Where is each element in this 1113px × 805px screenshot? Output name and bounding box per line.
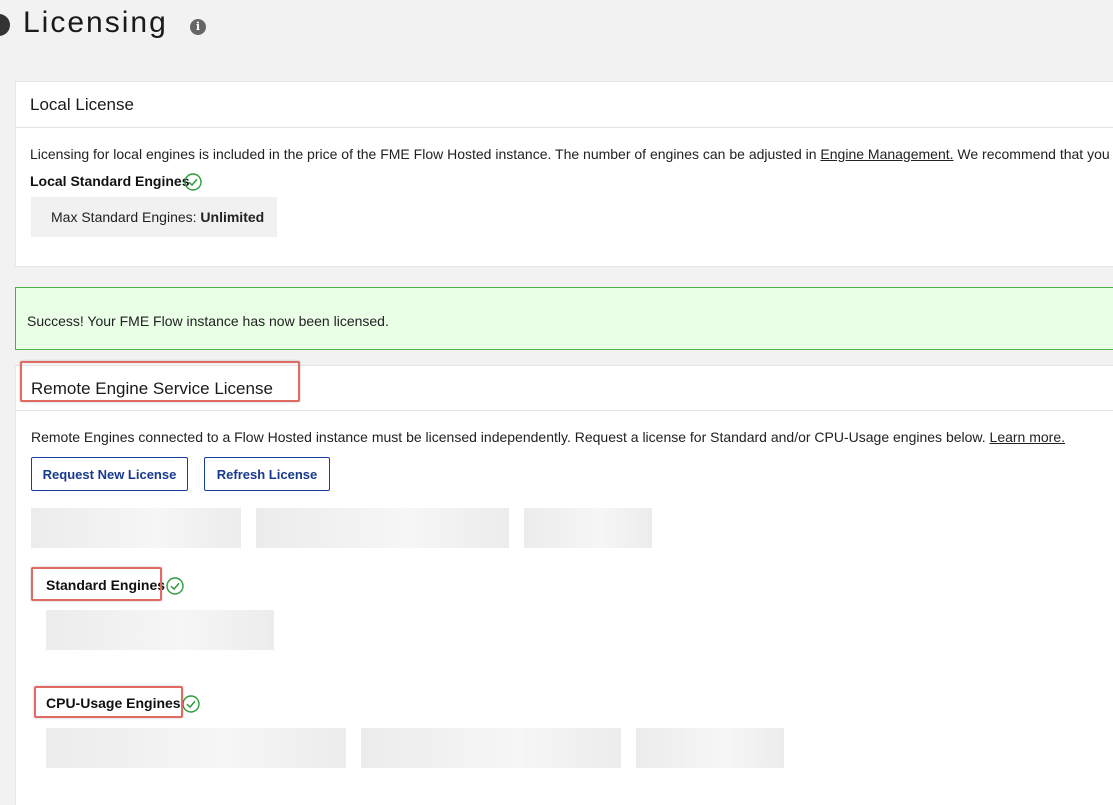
- highlight-remote-title: [20, 361, 300, 402]
- loading-placeholder: [46, 728, 346, 768]
- remote-license-description: Remote Engines connected to a Flow Hoste…: [31, 429, 1066, 445]
- loading-placeholder: [256, 508, 509, 548]
- max-standard-engines-box: Max Standard Engines: Unlimited: [31, 197, 277, 237]
- check-circle-icon: [166, 577, 184, 595]
- loading-placeholder: [361, 728, 621, 768]
- request-new-license-button[interactable]: Request New License: [31, 457, 188, 491]
- local-license-card: Local License Licensing for local engine…: [15, 81, 1113, 267]
- local-license-description: Licensing for local engines is included …: [30, 146, 1113, 162]
- local-license-title: Local License: [30, 95, 134, 114]
- highlight-standard-engines: [31, 567, 162, 601]
- learn-more-link[interactable]: Learn more.: [990, 429, 1065, 445]
- check-circle-icon: [182, 695, 200, 713]
- loading-placeholder: [524, 508, 652, 548]
- info-icon[interactable]: i: [190, 19, 206, 35]
- engine-management-link[interactable]: Engine Management.: [820, 146, 953, 162]
- nav-back-dot[interactable]: [0, 14, 10, 36]
- remote-license-card: Remote Engine Service License Remote Eng…: [15, 365, 1113, 805]
- max-standard-engines-value: Unlimited: [200, 209, 265, 225]
- remote-license-divider: [16, 410, 1113, 411]
- check-circle-icon: [184, 173, 202, 191]
- local-license-divider: [16, 127, 1113, 128]
- page-title: Licensing: [23, 6, 168, 39]
- loading-placeholder: [31, 508, 241, 548]
- loading-placeholder: [46, 610, 274, 650]
- loading-placeholder: [636, 728, 784, 768]
- success-banner: Success! Your FME Flow instance has now …: [15, 287, 1113, 350]
- highlight-cpu-usage-engines: [34, 686, 183, 718]
- refresh-license-button[interactable]: Refresh License: [204, 457, 330, 491]
- local-standard-engines-label: Local Standard Engines: [30, 173, 190, 189]
